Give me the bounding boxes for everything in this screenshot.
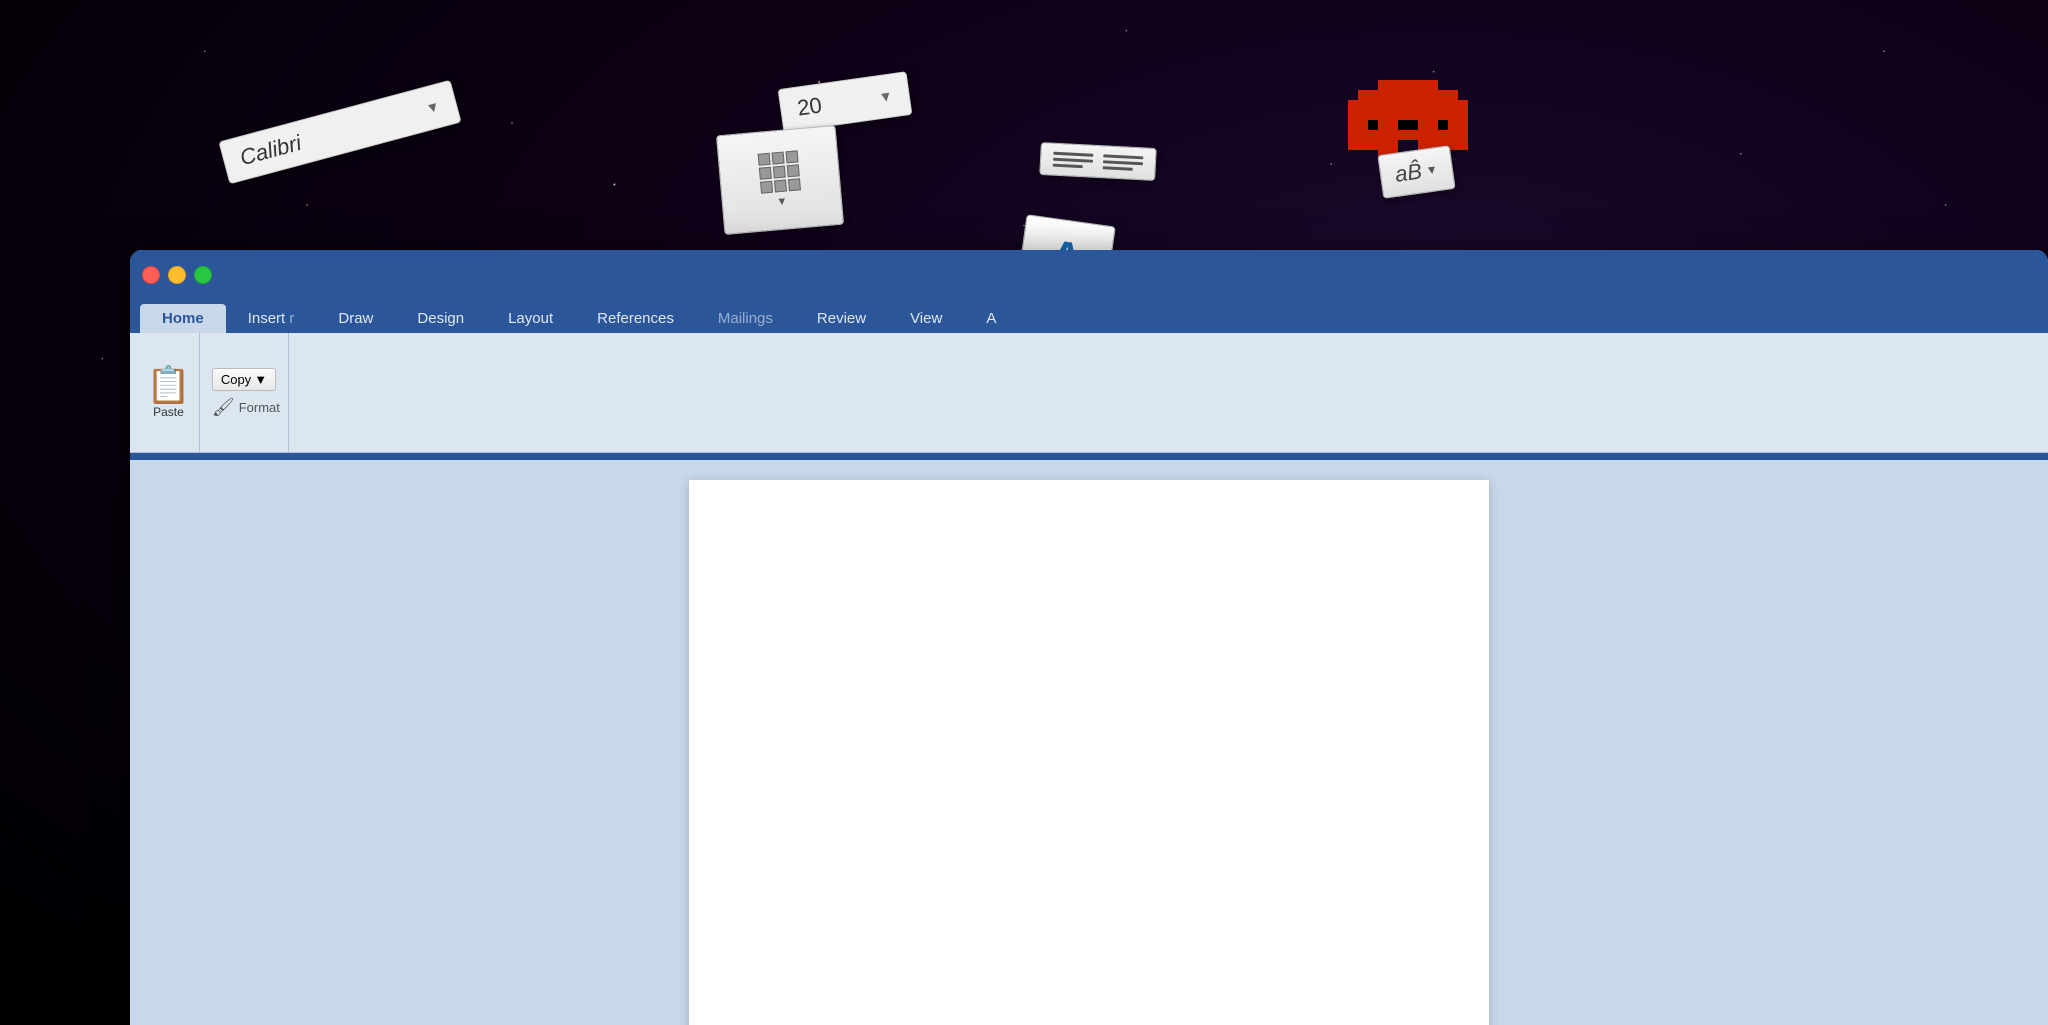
table-grid-icon: [758, 150, 801, 193]
tab-review[interactable]: Review: [795, 304, 888, 333]
minimize-button[interactable]: [168, 266, 186, 284]
document-area: [130, 460, 2048, 1025]
copy-row: Copy ▼: [212, 368, 280, 391]
ribbon-tabs: Home Insert r Draw Design Layout Referen…: [130, 300, 2048, 333]
font-name-label: Calibri: [237, 130, 304, 171]
maximize-button[interactable]: [194, 266, 212, 284]
tab-view[interactable]: View: [888, 304, 964, 333]
ribbon: Home Insert r Draw Design Layout Referen…: [130, 300, 2048, 460]
tab-references[interactable]: References: [575, 304, 696, 333]
line-spacing-icon: [1053, 152, 1094, 169]
close-button[interactable]: [142, 266, 160, 284]
paste-button[interactable]: 📋 Paste: [146, 367, 191, 419]
tab-draw[interactable]: Draw: [316, 304, 395, 333]
tab-mailings[interactable]: Mailings: [696, 304, 795, 333]
floating-abc-button[interactable]: aB̂ ▼: [1377, 145, 1455, 199]
format-button[interactable]: 🖌 Format: [212, 397, 280, 418]
floating-font-size[interactable]: 20: [778, 71, 913, 133]
tab-insert[interactable]: Insert r: [226, 304, 317, 333]
font-size-label: 20: [796, 92, 824, 121]
clipboard-group: 📋 Paste: [138, 333, 200, 452]
tab-design[interactable]: Design: [395, 304, 486, 333]
copy-button[interactable]: Copy ▼: [212, 368, 276, 391]
tab-acrobat[interactable]: A: [964, 304, 1018, 333]
tab-layout[interactable]: Layout: [486, 304, 575, 333]
titlebar: [130, 250, 2048, 300]
line-spacing-icon2: [1103, 154, 1144, 171]
copy-format-group: Copy ▼ 🖌 Format: [204, 333, 289, 452]
floating-table-button[interactable]: ▼: [716, 125, 844, 235]
paint-brush-icon: 🖌: [212, 397, 235, 418]
dropdown-arrow: ▼: [254, 372, 267, 387]
tab-home[interactable]: Home: [140, 304, 226, 333]
document-paper[interactable]: [689, 480, 1489, 1025]
ribbon-content: 📋 Paste Copy ▼ 🖌 Format: [130, 333, 2048, 453]
paste-icon: 📋: [146, 367, 191, 403]
word-window: Home Insert r Draw Design Layout Referen…: [130, 250, 2048, 1025]
floating-line-spacing[interactable]: [1039, 142, 1157, 181]
floating-font-selector[interactable]: Calibri: [218, 80, 461, 185]
